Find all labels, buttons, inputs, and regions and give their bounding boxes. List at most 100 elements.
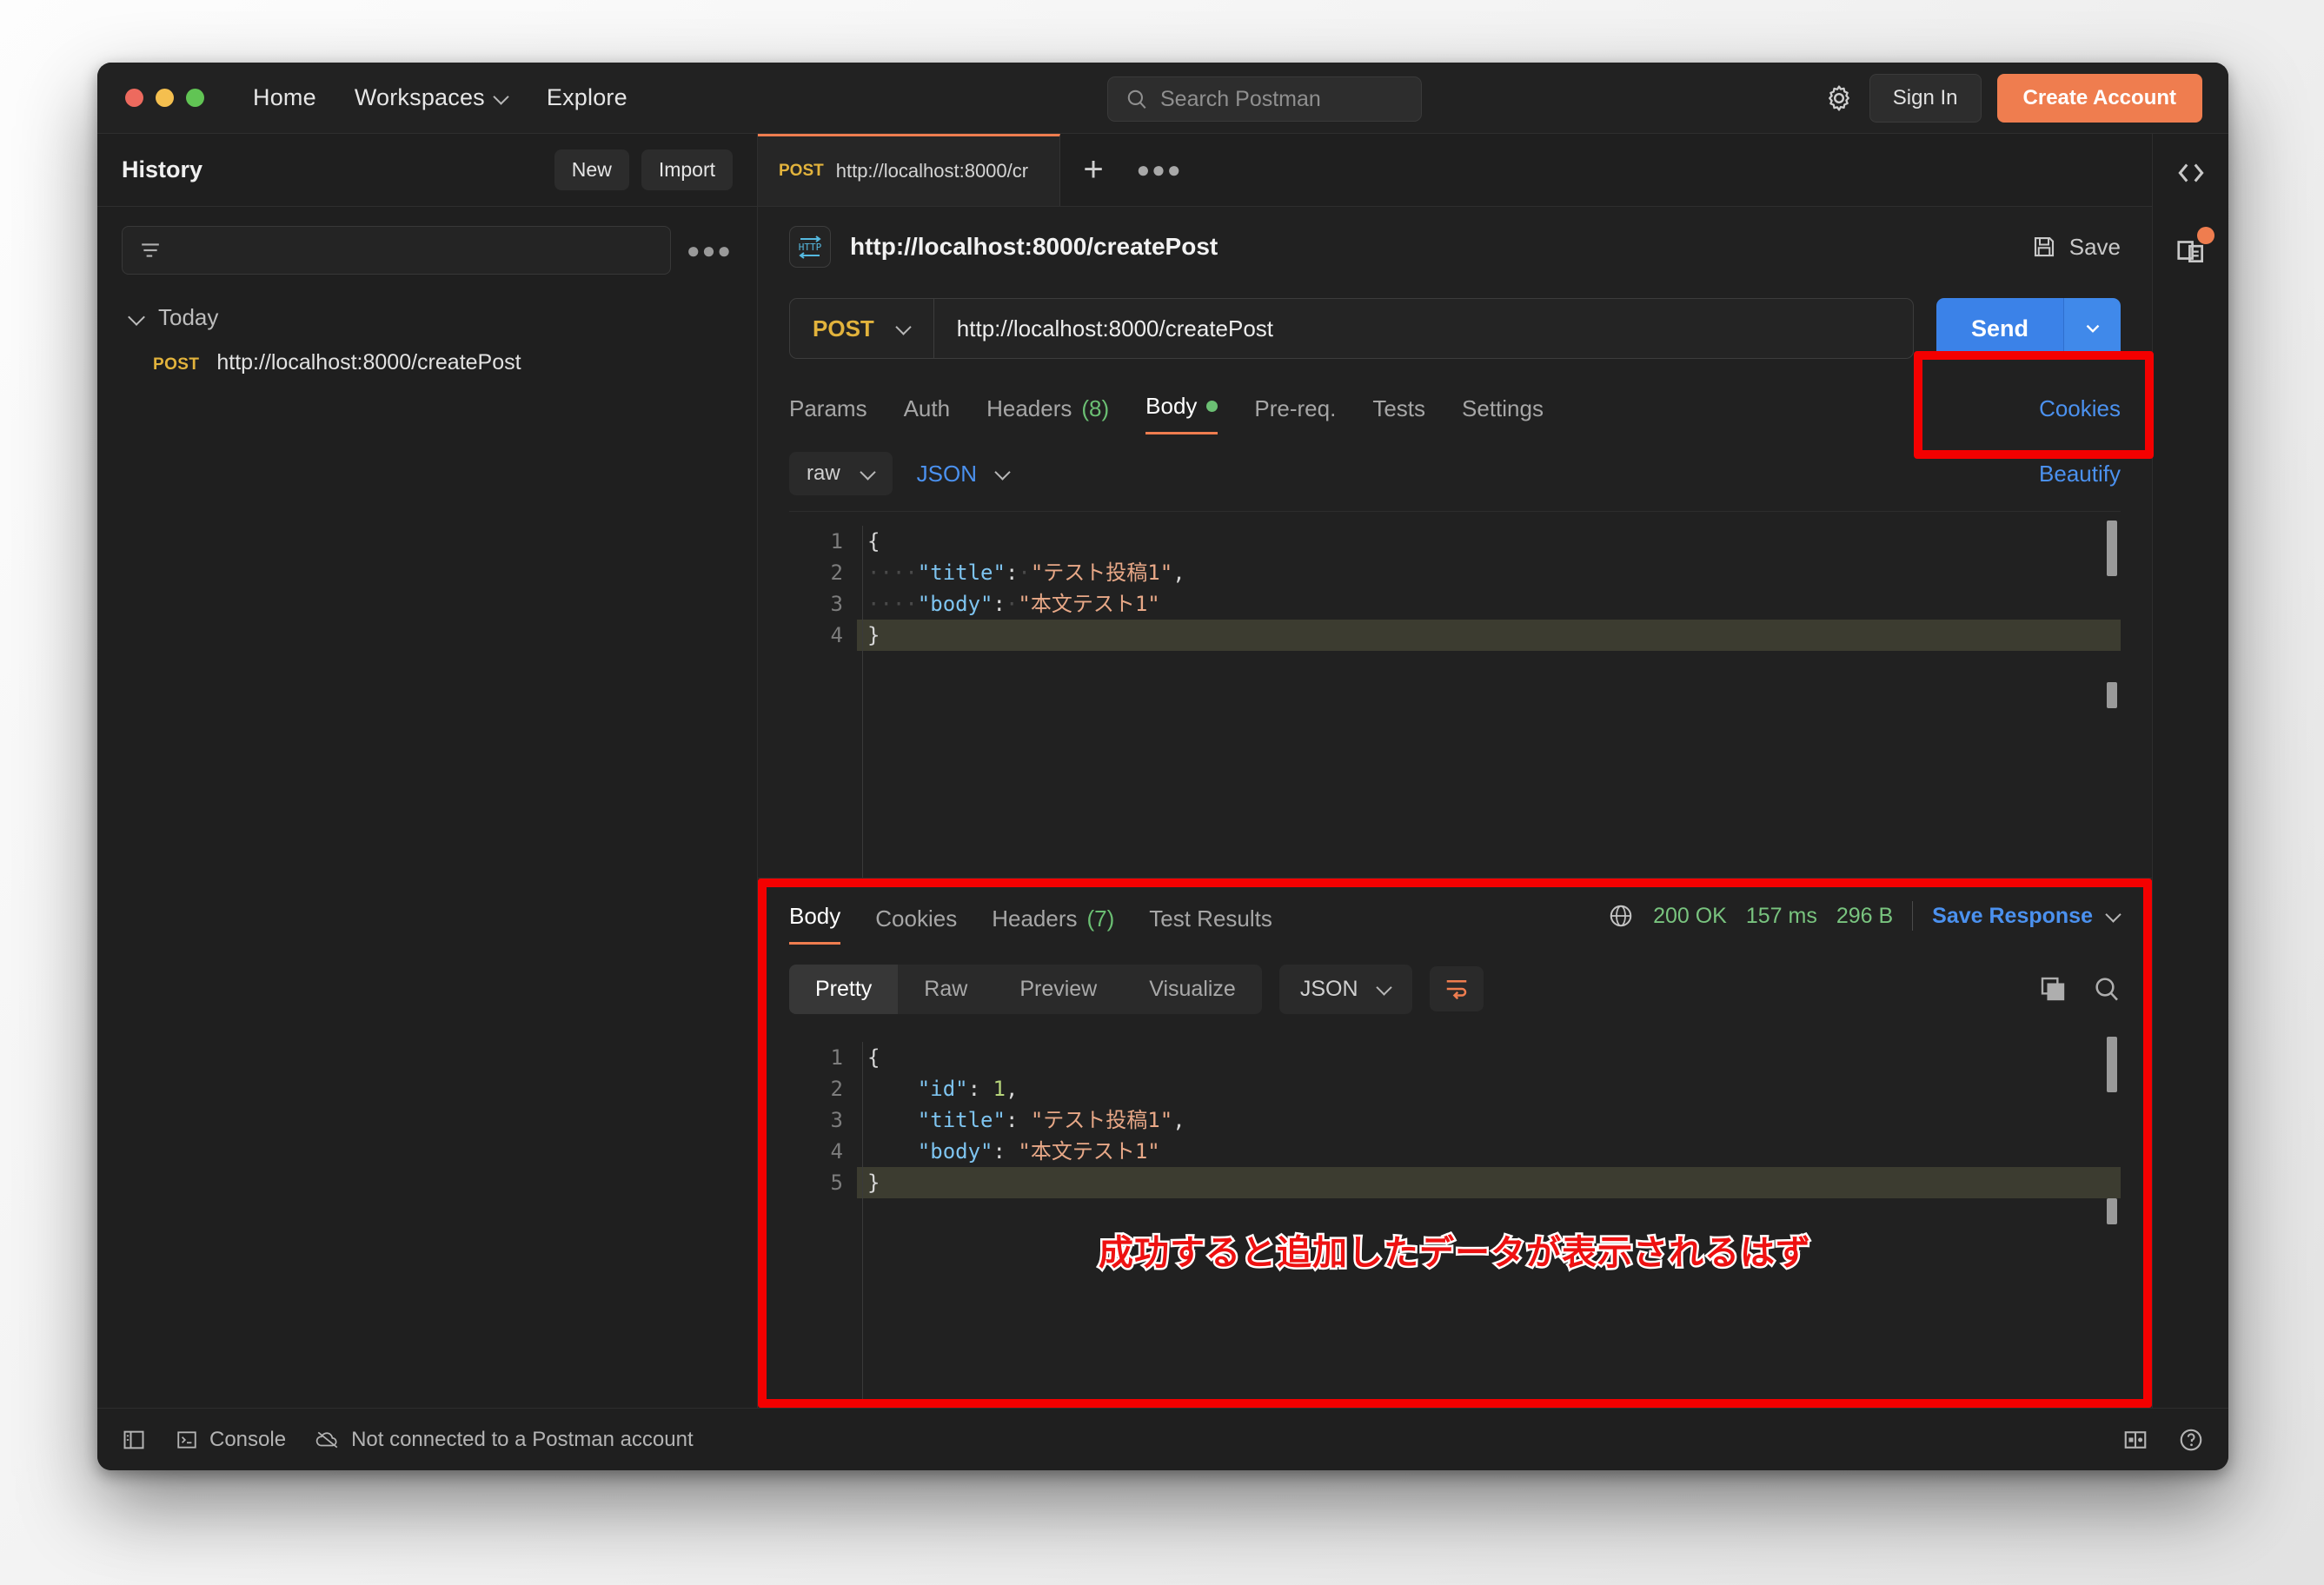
search-icon[interactable]: [2093, 975, 2121, 1003]
notification-badge: [2196, 227, 2214, 244]
new-tab-button[interactable]: +: [1060, 134, 1126, 206]
postman-window: Home Workspaces Explore Search Postman S…: [97, 63, 2228, 1470]
response-language-selector[interactable]: JSON: [1278, 964, 1412, 1014]
request-code[interactable]: { ····"title":·"テスト投稿1", ····"body":·"本文テス…: [857, 512, 2121, 878]
url-input[interactable]: http://localhost:8000/createPost: [934, 315, 1913, 342]
response-size: 296 B: [1836, 903, 1894, 928]
code-line[interactable]: }: [857, 620, 2121, 651]
request-editor-scrollbar[interactable]: [2107, 521, 2117, 576]
response-tab-headers[interactable]: Headers (7): [992, 905, 1114, 945]
tab-more-options-icon[interactable]: ●●●: [1126, 134, 1192, 206]
tab-tests[interactable]: Tests: [1372, 395, 1425, 434]
code-line[interactable]: "body": "本文テスト1": [857, 1136, 2121, 1167]
line-number: 2: [830, 1077, 843, 1101]
send-button[interactable]: Send: [1936, 298, 2063, 359]
save-request-button[interactable]: Save: [2031, 234, 2121, 261]
tab-auth[interactable]: Auth: [904, 395, 951, 434]
window-controls: [125, 89, 204, 107]
tab-body[interactable]: Body: [1145, 393, 1218, 434]
code-line[interactable]: {: [857, 1042, 2121, 1073]
response-editor-scrollbar-thumb[interactable]: [2107, 1198, 2117, 1224]
line-number: 1: [830, 529, 843, 554]
tab-settings[interactable]: Settings: [1462, 395, 1544, 434]
sidebar-more-options-icon[interactable]: ●●●: [687, 237, 733, 264]
chevron-down-icon: [495, 91, 508, 105]
title-bar: Home Workspaces Explore Search Postman S…: [97, 63, 2228, 134]
view-mode-raw[interactable]: Raw: [898, 965, 993, 1014]
code-line[interactable]: "id": 1,: [857, 1073, 2121, 1104]
chevron-down-icon: [996, 467, 1010, 481]
response-toolbar: Pretty Raw Preview Visualize JSON: [758, 945, 2152, 1019]
maximize-window-button[interactable]: [186, 89, 204, 107]
http-protocol-icon: HTTP: [789, 226, 831, 268]
save-response-label: Save Response: [1932, 903, 2093, 928]
view-mode-preview[interactable]: Preview: [993, 965, 1123, 1014]
tab-params[interactable]: Params: [789, 395, 867, 434]
method-selector[interactable]: POST: [790, 299, 934, 358]
sign-in-button[interactable]: Sign In: [1869, 74, 1982, 123]
view-mode-visualize[interactable]: Visualize: [1123, 965, 1262, 1014]
sidebar-title: History: [122, 156, 203, 182]
sidebar-header-buttons: New Import: [554, 149, 733, 190]
tab-params-label: Params: [789, 395, 867, 421]
account-status[interactable]: Not connected to a Postman account: [315, 1428, 694, 1452]
cloud-offline-icon: [315, 1431, 338, 1448]
line-number: 1: [830, 1045, 843, 1070]
tab-headers[interactable]: Headers (8): [986, 395, 1109, 434]
history-item-url: http://localhost:8000/createPost: [216, 350, 521, 375]
create-account-button[interactable]: Create Account: [1996, 74, 2202, 123]
documentation-button[interactable]: [2175, 227, 2214, 271]
code-token: "id": [917, 1077, 968, 1101]
send-options-button[interactable]: [2063, 298, 2121, 359]
copy-icon[interactable]: [2039, 975, 2067, 1003]
response-code[interactable]: { "id": 1, "title": "テスト投稿1", "body": "本…: [857, 1028, 2121, 1408]
line-number: 2: [830, 560, 843, 585]
history-item[interactable]: POST http://localhost:8000/createPost: [97, 331, 757, 375]
nav-home[interactable]: Home: [253, 84, 316, 111]
url-row: POST http://localhost:8000/createPost Se…: [758, 287, 2152, 370]
response-tab-test-results[interactable]: Test Results: [1149, 905, 1272, 945]
new-button[interactable]: New: [554, 149, 629, 190]
code-token: "本文テスト1": [1018, 592, 1160, 616]
view-mode-pretty[interactable]: Pretty: [789, 964, 899, 1014]
response-tab-cookies[interactable]: Cookies: [875, 905, 957, 945]
nav-workspaces[interactable]: Workspaces: [355, 84, 508, 111]
import-button[interactable]: Import: [641, 149, 733, 190]
request-editor-scrollbar-thumb[interactable]: [2107, 682, 2117, 708]
sidebar-toggle-button[interactable]: [122, 1428, 146, 1452]
history-group-today[interactable]: Today: [97, 275, 757, 331]
response-tab-body[interactable]: Body: [789, 903, 841, 945]
help-icon[interactable]: [2178, 1427, 2204, 1453]
tab-prerequest[interactable]: Pre-req.: [1254, 395, 1336, 434]
save-response-button[interactable]: Save Response: [1932, 904, 2121, 929]
chevron-down-icon: [1378, 982, 1391, 996]
nav-explore[interactable]: Explore: [547, 84, 627, 111]
close-window-button[interactable]: [125, 89, 143, 107]
cookies-link[interactable]: Cookies: [2039, 395, 2121, 422]
response-body-editor[interactable]: 1 2 3 4 5 { "id": 1, "title": "テスト投稿1", "bod…: [789, 1028, 2121, 1408]
code-line[interactable]: {: [857, 526, 2121, 557]
gear-icon[interactable]: [1824, 83, 1854, 113]
code-snippet-button[interactable]: [2175, 156, 2208, 194]
beautify-button[interactable]: Beautify: [2039, 461, 2121, 487]
history-filter-input[interactable]: [122, 226, 671, 275]
code-token: {: [867, 529, 880, 554]
code-line[interactable]: "title": "テスト投稿1",: [857, 1104, 2121, 1136]
request-tab[interactable]: POST http://localhost:8000/cr: [758, 134, 1060, 206]
response-view-modes: Pretty Raw Preview Visualize: [789, 964, 1262, 1014]
request-body-editor[interactable]: 1234 {····"title":·"テスト投稿1", ····"body":·…: [789, 511, 2121, 878]
console-button[interactable]: Console: [176, 1428, 286, 1452]
word-wrap-button[interactable]: [1429, 966, 1484, 1011]
code-line[interactable]: ····"title":·"テスト投稿1",: [857, 557, 2121, 588]
code-line[interactable]: }: [857, 1167, 2121, 1198]
layout-icon[interactable]: [2122, 1427, 2148, 1453]
code-line[interactable]: ····"body":·"本文テスト1": [857, 588, 2121, 620]
response-editor-scrollbar[interactable]: [2107, 1037, 2117, 1092]
search-input[interactable]: Search Postman: [1107, 76, 1422, 122]
body-mode-selector[interactable]: raw: [789, 452, 893, 495]
body-language-selector[interactable]: JSON: [917, 461, 1010, 487]
minimize-window-button[interactable]: [156, 89, 174, 107]
sidebar-filter-row: ●●●: [97, 207, 757, 275]
